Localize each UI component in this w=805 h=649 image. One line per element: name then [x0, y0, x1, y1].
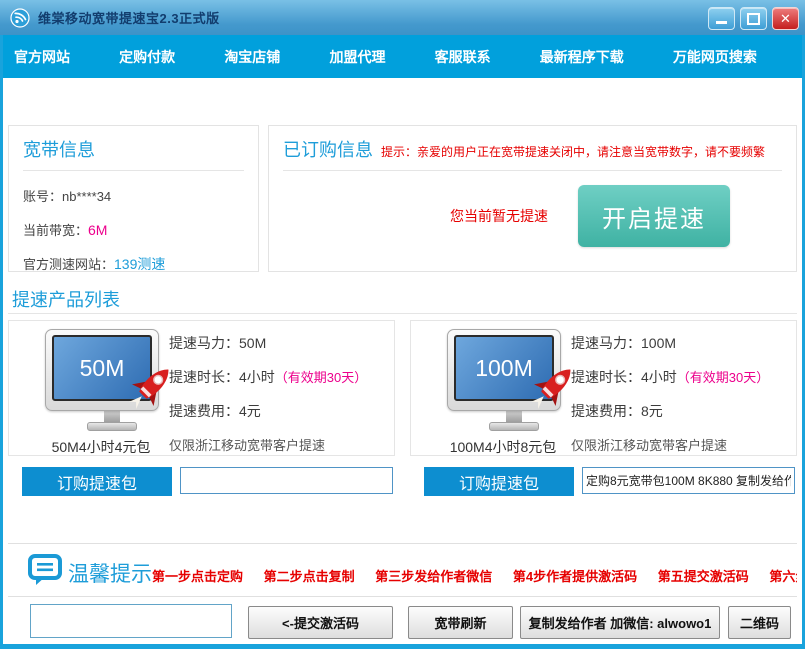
- divider: [8, 313, 797, 314]
- tips-title: 温馨提示: [68, 558, 152, 588]
- rocket-icon: [122, 358, 180, 416]
- nav-item-taobao-shop[interactable]: 淘宝店铺: [224, 47, 280, 67]
- bandwidth-row: 当前带宽：6M: [23, 220, 244, 239]
- limit-row: 仅限浙江移动宽带客户提速: [571, 435, 769, 454]
- window-controls: ✕: [708, 7, 799, 30]
- validity-text: （有效期30天）: [275, 370, 367, 385]
- app-window: 维棠移动宽带提速宝2.3正式版 ✕ 官方网站 定购付款 淘宝店铺 加盟代理 客服…: [0, 0, 805, 649]
- broadband-info-panel: 宽带信息 账号：nb****34 当前带宽：6M 官方测速网站：139测速: [8, 125, 259, 272]
- copy-to-author-button[interactable]: 复制发给作者 加微信: alwowo1: [520, 606, 720, 639]
- order-code-input-50m[interactable]: [180, 467, 393, 494]
- monitor-base: [489, 422, 539, 431]
- main-nav: 官方网站 定购付款 淘宝店铺 加盟代理 客服联系 最新程序下载 万能网页搜索: [0, 35, 805, 78]
- bandwidth-label: 当前带宽：: [23, 223, 88, 238]
- nav-item-official-site[interactable]: 官方网站: [14, 47, 70, 67]
- monitor-base: [87, 422, 137, 431]
- start-boost-button[interactable]: 开启提速: [578, 185, 730, 247]
- title-bar: 维棠移动宽带提速宝2.3正式版 ✕: [0, 0, 805, 35]
- duration-row: 提速时长：4小时（有效期30天）: [169, 367, 367, 387]
- speedtest-label: 官方测速网站：: [23, 257, 114, 272]
- product-caption: 100M4小时8元包: [439, 437, 567, 457]
- window-bottom-border: [0, 644, 805, 649]
- maximize-icon: [747, 13, 760, 25]
- tips-step-3: 第三步发给作者微信: [375, 569, 492, 584]
- product-monitor-100m: 100M 100M4小时8元包: [439, 329, 589, 457]
- app-logo-icon: [10, 8, 30, 28]
- activation-code-input[interactable]: [30, 604, 232, 638]
- tips-step-2: 第二步点击复制: [264, 569, 355, 584]
- power-row: 提速马力：100M: [571, 333, 769, 353]
- limit-row: 仅限浙江移动宽带客户提速: [169, 435, 367, 454]
- products-section-title: 提速产品列表: [12, 286, 120, 312]
- fee-row: 提速费用：4元: [169, 401, 367, 421]
- speedtest-link[interactable]: 139测速: [114, 256, 165, 272]
- product-card-50m: 50M 50M4小时4元包 提速马力：50M 提: [8, 320, 395, 456]
- qr-code-button[interactable]: 二维码: [728, 606, 791, 639]
- nav-item-customer-service[interactable]: 客服联系: [435, 47, 491, 67]
- close-button[interactable]: ✕: [772, 7, 799, 30]
- tips-step-1: 第一步点击定购: [152, 569, 243, 584]
- ordered-info-panel: 已订购信息 提示：亲爱的用户正在宽带提速关闭中，请注意当宽带数字，请不要频繁 您…: [268, 125, 797, 272]
- ordered-info-title: 已订购信息: [283, 136, 373, 162]
- divider: [23, 170, 244, 171]
- monitor-icon: 100M: [447, 329, 561, 411]
- speech-bubble-icon: [28, 554, 62, 586]
- rocket-icon: [524, 358, 582, 416]
- ordered-info-body: 您当前暂无提速 开启提速: [283, 171, 782, 247]
- duration-text: 提速时长：4小时: [571, 369, 677, 385]
- tips-step-6: 第六步开启提速: [769, 569, 797, 584]
- monitor-stand: [104, 411, 120, 422]
- product-card-100m: 100M 100M4小时8元包 提速马力：100M: [410, 320, 797, 456]
- product-details-100m: 提速马力：100M 提速时长：4小时（有效期30天） 提速费用：8元 仅限浙江移…: [571, 333, 769, 468]
- nav-item-order-payment[interactable]: 定购付款: [119, 47, 175, 67]
- power-row: 提速马力：50M: [169, 333, 367, 353]
- order-code-input-100m[interactable]: [582, 467, 795, 494]
- bandwidth-value: 6M: [88, 222, 107, 238]
- order-package-button-100m[interactable]: 订购提速包: [424, 467, 574, 496]
- ordered-info-tip: 提示：亲爱的用户正在宽带提速关闭中，请注意当宽带数字，请不要频繁: [381, 143, 765, 160]
- nav-item-join-agent[interactable]: 加盟代理: [329, 47, 385, 67]
- duration-row: 提速时长：4小时（有效期30天）: [571, 367, 769, 387]
- tips-step-5: 第五提交激活码: [658, 569, 749, 584]
- nav-item-web-search[interactable]: 万能网页搜索: [673, 47, 757, 67]
- monitor-stand: [506, 411, 522, 422]
- product-details-50m: 提速马力：50M 提速时长：4小时（有效期30天） 提速费用：4元 仅限浙江移动…: [169, 333, 367, 468]
- divider: [8, 543, 797, 544]
- broadband-refresh-button[interactable]: 宽带刷新: [408, 606, 513, 639]
- broadband-info-title: 宽带信息: [23, 136, 244, 162]
- nav-item-latest-download[interactable]: 最新程序下载: [540, 47, 624, 67]
- product-monitor-50m: 50M 50M4小时4元包: [37, 329, 187, 457]
- divider: [8, 596, 797, 597]
- duration-text: 提速时长：4小时: [169, 369, 275, 385]
- order-package-button-50m[interactable]: 订购提速包: [22, 467, 172, 496]
- ordered-info-header: 已订购信息 提示：亲爱的用户正在宽带提速关闭中，请注意当宽带数字，请不要频繁: [283, 136, 782, 162]
- tips-step-4: 第4步作者提供激活码: [513, 569, 637, 584]
- fee-row: 提速费用：8元: [571, 401, 769, 421]
- monitor-icon: 50M: [45, 329, 159, 411]
- speedtest-row: 官方测速网站：139测速: [23, 254, 244, 274]
- boost-status-text: 您当前暂无提速: [450, 206, 548, 226]
- product-caption: 50M4小时4元包: [37, 437, 165, 457]
- validity-text: （有效期30天）: [677, 370, 769, 385]
- minimize-icon: [716, 21, 727, 24]
- account-row: 账号：nb****34: [23, 186, 244, 205]
- minimize-button[interactable]: [708, 7, 735, 30]
- window-title: 维棠移动宽带提速宝2.3正式版: [38, 8, 220, 27]
- submit-activation-button[interactable]: <-提交激活码: [248, 606, 393, 639]
- close-icon: ✕: [780, 11, 791, 27]
- window-left-border: [0, 35, 3, 649]
- tips-steps: 第一步点击定购 第二步点击复制 第三步发给作者微信 第4步作者提供激活码 第五提…: [152, 566, 797, 584]
- maximize-button[interactable]: [740, 7, 767, 30]
